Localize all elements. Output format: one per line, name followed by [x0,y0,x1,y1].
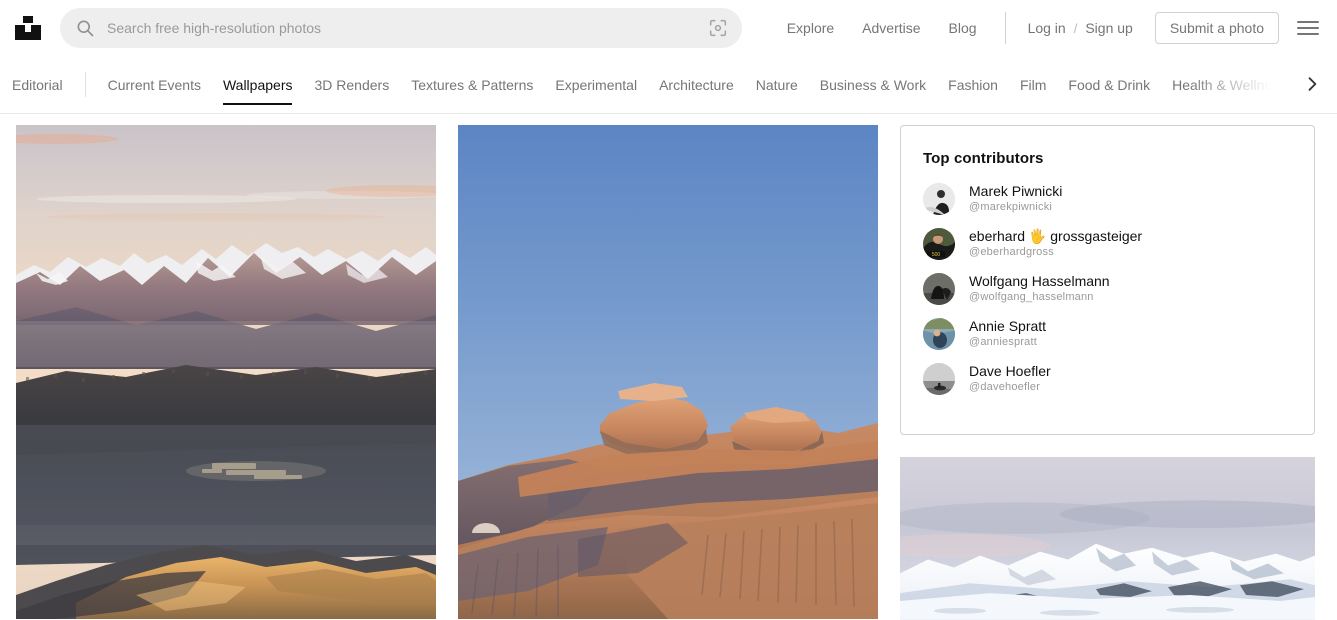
login-link[interactable]: Log in [1020,0,1074,56]
top-contributors-title: Top contributors [923,150,1044,167]
avatar [923,318,955,350]
header-nav: Explore Advertise Blog Log in / Sign up … [773,0,1321,56]
chevron-right-icon[interactable] [1295,56,1329,112]
avatar [923,273,955,305]
contributor-meta: Annie Spratt @anniespratt [969,318,1046,350]
auth-group: Log in / Sign up [1020,0,1141,56]
svg-text:500: 500 [932,252,941,258]
contributor-handle: @eberhardgross [969,246,1054,258]
photo-desert-hoodoo[interactable] [458,125,878,619]
category-divider [84,72,86,97]
category-textures-patterns[interactable]: Textures & Patterns [400,56,544,113]
header-divider [1004,12,1006,44]
photo-mountain-sunset[interactable] [16,125,436,619]
search-icon [75,18,95,38]
photo-grid: Top contributors Marek Piwnicki @marekpi… [0,114,1337,620]
category-wallpapers[interactable]: Wallpapers [212,56,304,113]
contributor-row[interactable]: Marek Piwnicki @marekpiwnicki [923,183,1292,215]
category-current-events[interactable]: Current Events [97,56,212,113]
header-link-advertise[interactable]: Advertise [848,0,934,56]
visual-search-icon[interactable] [707,17,729,39]
signup-link[interactable]: Sign up [1077,0,1140,56]
category-architecture[interactable]: Architecture [648,56,745,113]
header-link-explore[interactable]: Explore [773,0,848,56]
search-input[interactable] [107,20,699,36]
header-link-blog[interactable]: Blog [935,0,991,56]
contributor-handle: @wolfgang_hasselmann [969,291,1094,303]
contributor-name: Wolfgang Hasselmann [969,273,1110,289]
contributor-row[interactable]: Dave Hoefler @davehoefler [923,363,1292,395]
category-3d-renders[interactable]: 3D Renders [303,56,400,113]
top-contributors-card: Top contributors Marek Piwnicki @marekpi… [900,125,1315,436]
contributor-name: Dave Hoefler [969,363,1051,379]
grid-column-2 [458,125,878,620]
category-editorial[interactable]: Editorial [12,56,85,113]
contributor-handle: @davehoefler [969,381,1041,393]
unsplash-logo-icon[interactable] [12,12,44,44]
category-experimental[interactable]: Experimental [544,56,648,113]
contributor-row[interactable]: Annie Spratt @anniespratt [923,318,1292,350]
contributor-meta: Wolfgang Hasselmann @wolfgang_hasselmann [969,273,1110,305]
contributor-row[interactable]: 500 eberhard 🖐 grossgasteiger @eberhardg… [923,228,1292,260]
submit-photo-button[interactable]: Submit a photo [1154,12,1279,44]
category-health-wellness[interactable]: Health & Wellness [1161,56,1297,113]
category-nav: Editorial Current Events Wallpapers 3D R… [0,56,1337,114]
search-bar[interactable] [60,8,742,48]
avatar [923,183,955,215]
grid-column-1 [16,125,436,620]
grid-column-3: Top contributors Marek Piwnicki @marekpi… [900,125,1315,620]
hamburger-menu-icon[interactable] [1297,17,1319,39]
contributor-meta: eberhard 🖐 grossgasteiger @eberhardgross [969,228,1142,260]
avatar: 500 [923,228,955,260]
avatar [923,363,955,395]
contributor-name: eberhard 🖐 grossgasteiger [969,228,1143,244]
category-fashion[interactable]: Fashion [937,56,1009,113]
site-header: Explore Advertise Blog Log in / Sign up … [0,0,1337,56]
contributor-meta: Dave Hoefler @davehoefler [969,363,1051,395]
contributor-name: Annie Spratt [969,318,1047,334]
contributor-meta: Marek Piwnicki @marekpiwnicki [969,183,1062,215]
category-film[interactable]: Film [1009,56,1057,113]
category-food-drink[interactable]: Food & Drink [1057,56,1161,113]
photo-snowy-peaks[interactable] [900,457,1315,620]
category-nature[interactable]: Nature [745,56,809,113]
contributor-row[interactable]: Wolfgang Hasselmann @wolfgang_hasselmann [923,273,1292,305]
category-business-work[interactable]: Business & Work [809,56,937,113]
contributor-handle: @marekpiwnicki [969,201,1053,213]
contributor-name: Marek Piwnicki [969,183,1063,199]
contributor-handle: @anniespratt [969,336,1037,348]
